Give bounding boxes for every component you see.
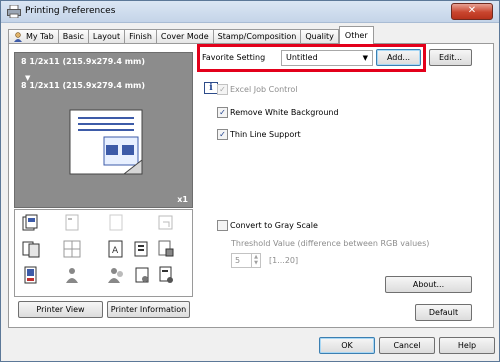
proof-print-icon[interactable] [157, 266, 175, 284]
punch-icon[interactable] [107, 214, 125, 232]
add-favorite-button[interactable]: Add... [376, 49, 421, 66]
printer-icon [7, 5, 21, 18]
my-tab-user-icon [14, 32, 22, 42]
preview-copy-count: x1 [177, 195, 188, 204]
preview-output-size: 8 1/2x11 (215.9x279.4 mm) [21, 81, 146, 90]
convert-to-gray-scale-checkbox[interactable] [217, 220, 228, 231]
favorite-setting-value: Untitled [286, 53, 318, 62]
threshold-value: 5 [235, 256, 241, 265]
spin-down-icon: ▼ [254, 260, 258, 266]
tab-cover-mode[interactable]: Cover Mode [155, 29, 214, 44]
favorite-setting-select[interactable]: Untitled ▼ [281, 50, 373, 66]
printer-information-button[interactable]: Printer Information [107, 301, 190, 318]
help-button[interactable]: Help [439, 337, 495, 354]
function-icon-grid: A [14, 209, 193, 297]
excel-job-control-checkbox[interactable]: ✓ [217, 84, 228, 95]
excel-job-control-label: Excel Job Control [230, 85, 298, 94]
svg-text:A: A [112, 246, 119, 256]
convert-to-gray-scale-label: Convert to Gray Scale [230, 221, 318, 230]
printer-view-button[interactable]: Printer View [18, 301, 103, 318]
remove-white-background-label: Remove White Background [230, 108, 339, 117]
spinner-arrows[interactable]: ▲ ▼ [251, 254, 260, 267]
page-preview: 8 1/2x11 (215.9x279.4 mm) ▼ 8 1/2x11 (21… [14, 52, 193, 208]
duplex-icon[interactable] [22, 240, 40, 258]
box-save-icon[interactable] [133, 266, 151, 284]
ok-button[interactable]: OK [319, 337, 375, 354]
thin-line-support-checkbox[interactable]: ✓ [217, 129, 228, 140]
fold-icon[interactable] [157, 214, 175, 232]
threshold-range-label: [1...20] [269, 256, 299, 265]
remove-white-background-checkbox[interactable]: ✓ [217, 107, 228, 118]
page-order-icon[interactable] [133, 240, 151, 258]
text-watermark-icon[interactable]: A [107, 240, 125, 258]
user-auth-icon[interactable] [107, 266, 125, 284]
thin-line-support-label: Thin Line Support [230, 130, 301, 139]
about-button[interactable]: About... [385, 276, 472, 293]
tab-quality[interactable]: Quality [300, 29, 339, 44]
staple-icon[interactable] [63, 214, 81, 232]
tab-my-tab[interactable]: My Tab [8, 29, 59, 44]
window-title: Printing Preferences [25, 6, 116, 16]
combination-icon[interactable] [63, 240, 81, 258]
account-track-icon[interactable] [63, 266, 81, 284]
tab-bar: My Tab Basic Layout Finish Cover Mode St… [8, 26, 374, 44]
copy-setting-icon[interactable] [22, 214, 40, 232]
info-icon: i [204, 82, 218, 94]
printing-preferences-window: Printing Preferences ✕ My Tab Basic Layo… [0, 0, 500, 362]
chevron-down-icon: ▼ [362, 54, 368, 62]
tab-other[interactable]: Other [338, 26, 374, 44]
preview-original-size: 8 1/2x11 (215.9x279.4 mm) [21, 57, 146, 66]
tab-basic[interactable]: Basic [57, 29, 89, 44]
tab-my-tab-label: My Tab [26, 32, 54, 41]
tab-stamp-composition[interactable]: Stamp/Composition [212, 29, 302, 44]
tab-layout[interactable]: Layout [87, 29, 126, 44]
page-preview-image [69, 109, 143, 175]
tab-finish[interactable]: Finish [124, 29, 157, 44]
default-button[interactable]: Default [415, 304, 472, 321]
booklet-icon[interactable] [22, 266, 40, 284]
title-bar: Printing Preferences ✕ [1, 1, 499, 23]
close-button[interactable]: ✕ [451, 3, 493, 20]
edit-favorite-button[interactable]: Edit... [429, 49, 472, 66]
secure-print-icon[interactable] [157, 240, 175, 258]
threshold-value-label: Threshold Value (difference between RGB … [231, 239, 430, 248]
cancel-button[interactable]: Cancel [379, 337, 435, 354]
favorite-setting-label: Favorite Setting [202, 53, 266, 62]
threshold-value-spinner[interactable]: 5 ▲ ▼ [231, 253, 261, 268]
